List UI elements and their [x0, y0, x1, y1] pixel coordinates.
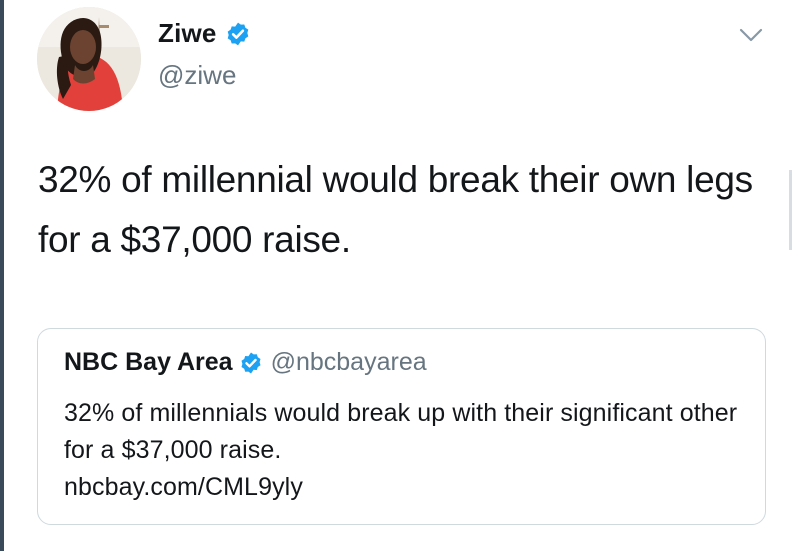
author-display-name[interactable]: Ziwe: [158, 18, 217, 49]
quoted-tweet-link[interactable]: nbcbay.com/CML9yly: [64, 469, 744, 506]
verified-badge-icon: [227, 22, 248, 45]
tweet-text: 32% of millennial would break their own …: [38, 159, 753, 260]
chevron-down-icon[interactable]: [738, 26, 764, 44]
tweet-card: Ziwe @ziwe 32% of millennial would break…: [0, 0, 792, 551]
quoted-tweet-header: NBC Bay Area @nbcbayarea: [64, 348, 427, 377]
quoted-author-display-name: NBC Bay Area: [64, 348, 233, 376]
quoted-author-handle: @nbcbayarea: [270, 348, 427, 376]
verified-badge-icon: [241, 352, 261, 373]
profile-photo-icon: [37, 7, 141, 111]
quoted-tweet-body: 32% of millennials would break up with t…: [64, 395, 744, 506]
author-name-row: Ziwe: [158, 18, 251, 49]
avatar[interactable]: [37, 7, 141, 111]
quoted-tweet-text: 32% of millennials would break up with t…: [64, 399, 738, 464]
quoted-tweet-card[interactable]: NBC Bay Area @nbcbayarea 32% of millenni…: [37, 328, 766, 525]
author-handle[interactable]: @ziwe: [158, 60, 236, 91]
